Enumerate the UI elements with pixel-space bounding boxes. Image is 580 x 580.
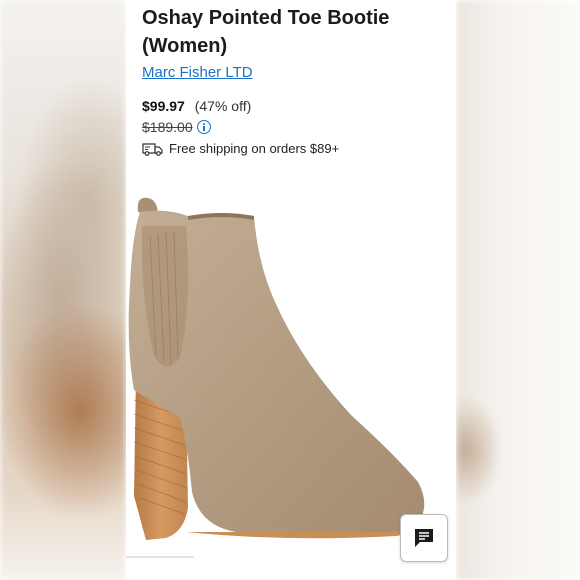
info-icon[interactable]: [196, 120, 211, 134]
shipping-text: Free shipping on orders $89+: [169, 141, 340, 156]
chat-bubble-icon: [415, 529, 433, 547]
product-image[interactable]: [126, 186, 456, 566]
shipping-row: Free shipping on orders $89+: [142, 141, 339, 156]
sale-price: $99.97: [142, 98, 185, 114]
product-panel: Oshay Pointed Toe Bootie (Women) Marc Fi…: [126, 0, 456, 580]
original-price-row: $189.00: [142, 119, 211, 135]
original-price: $189.00: [142, 119, 193, 135]
blurred-background-left: [0, 0, 126, 580]
blurred-background-right: [456, 0, 580, 580]
brand-link[interactable]: Marc Fisher LTD: [142, 64, 253, 81]
discount-percent: (47% off): [194, 98, 252, 114]
price-row: $99.97 (47% off): [142, 98, 251, 114]
product-title: Oshay Pointed Toe Bootie (Women): [142, 7, 390, 57]
divider: [126, 556, 194, 558]
chat-button[interactable]: [400, 514, 448, 562]
truck-icon: [142, 142, 163, 156]
